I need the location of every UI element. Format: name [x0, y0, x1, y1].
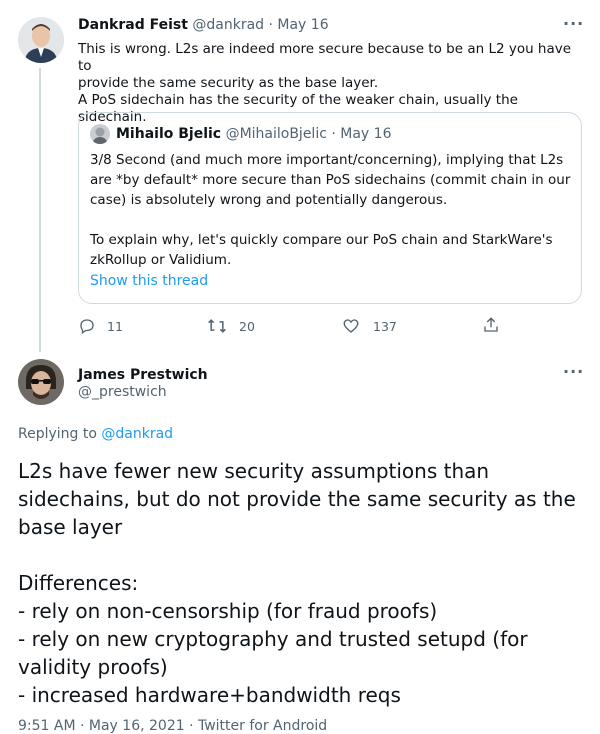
- profile-photo-icon: [18, 17, 64, 63]
- retweet-button[interactable]: 20: [207, 317, 255, 335]
- more-options-icon[interactable]: ···: [563, 362, 584, 381]
- quoted-tweet-text: 3/8 Second (and much more important/conc…: [90, 152, 571, 268]
- reply-icon: [80, 319, 94, 335]
- thread-connector-line: [39, 68, 41, 352]
- like-count: 137: [373, 318, 397, 334]
- tweet-header: Dankrad Feist @dankrad · May 16: [78, 17, 329, 33]
- quoted-author-handle: @MihailoBjelic: [225, 126, 327, 142]
- tweet-date[interactable]: · May 16: [269, 17, 329, 33]
- quoted-author-name: Mihailo Bjelic: [116, 126, 222, 142]
- author-name[interactable]: Dankrad Feist: [78, 17, 188, 33]
- profile-photo-icon: [90, 124, 110, 144]
- reply-button[interactable]: 11: [78, 317, 123, 335]
- avatar-prestwich[interactable]: [18, 359, 64, 405]
- tweet-text: L2s have fewer new security assumptions …: [18, 459, 576, 707]
- more-options-icon[interactable]: ···: [563, 14, 584, 33]
- tweet-timestamp[interactable]: 9:51 AM · May 16, 2021 · Twitter for And…: [18, 718, 327, 734]
- like-button[interactable]: 137: [342, 317, 397, 335]
- replying-prefix: Replying to: [18, 426, 102, 442]
- author-handle[interactable]: @dankrad: [192, 17, 264, 33]
- retweet-icon: [208, 319, 226, 333]
- replying-to-link[interactable]: @dankrad: [101, 426, 173, 442]
- retweet-count: 20: [239, 318, 255, 334]
- profile-photo-icon: [18, 359, 64, 405]
- quoted-tweet-date: · May 16: [331, 126, 392, 142]
- avatar-dankrad[interactable]: [18, 17, 64, 63]
- quoted-tweet-header: Mihailo Bjelic @MihailoBjelic · May 16: [116, 126, 391, 142]
- avatar-mihailo: [90, 124, 110, 144]
- share-button[interactable]: [482, 316, 500, 334]
- replying-to: Replying to @dankrad: [18, 426, 173, 442]
- author-handle[interactable]: @_prestwich: [78, 384, 167, 400]
- show-thread-link[interactable]: Show this thread: [90, 273, 208, 289]
- reply-count: 11: [107, 318, 123, 334]
- author-name[interactable]: James Prestwich: [78, 364, 208, 383]
- heart-icon: [343, 319, 359, 333]
- share-icon: [484, 317, 498, 332]
